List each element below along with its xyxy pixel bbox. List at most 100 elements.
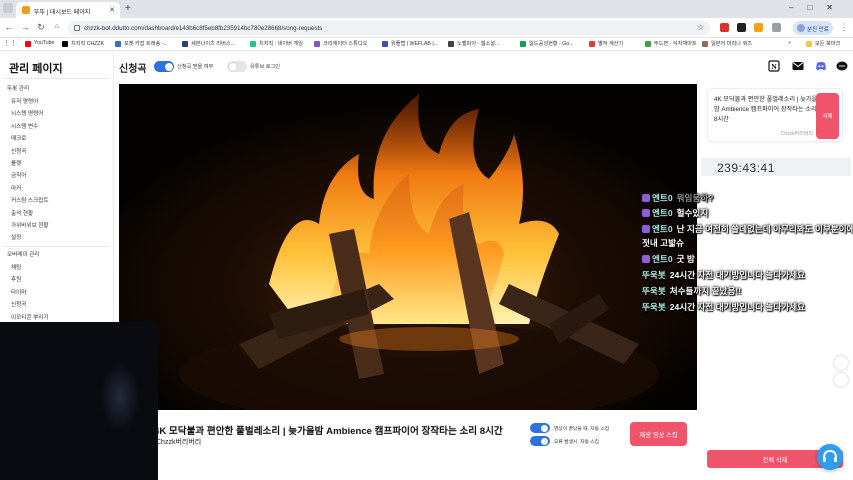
chat-message: 뚜욱봇 처수들까지 끝났음!! [642, 285, 741, 297]
chat-message: 젓내 고밟슈 [642, 237, 684, 249]
extension-icon[interactable] [737, 23, 746, 32]
video-player[interactable] [119, 84, 697, 410]
mail-icon[interactable] [792, 60, 804, 72]
chat-text: 굿 밤 [676, 254, 695, 264]
sidebar-section-bot: 뚜봇 관리 [7, 86, 30, 92]
notion-icon[interactable]: N [768, 60, 780, 72]
chat-nickname: 엔트0 [652, 224, 673, 234]
back-icon[interactable]: ← [3, 22, 15, 32]
chat-message: 엔트0 굿 밤 [642, 253, 695, 265]
home-icon[interactable]: ⌂ [51, 23, 63, 30]
song-request-toggle[interactable] [154, 61, 174, 72]
queue-item: 4K 모닥불과 편안한 풀벌레소리 | 늦가을밤 Ambience 캠프파이어 … [707, 88, 843, 142]
sidebar-item[interactable]: 룰렛 [11, 159, 21, 167]
webcam-overlay [0, 322, 158, 480]
sidebar-item[interactable]: 시스템 명령어 [11, 109, 43, 117]
bookmark-item[interactable]: 크리에이터 스튜디오 [314, 40, 367, 47]
browser-tab[interactable]: 뚜뚜 | 대시보드 페이지 ✕ [16, 2, 120, 18]
now-playing-bar: 4K 모닥불과 편안한 풀벌레소리 | 늦가을밤 Ambience 캠프파이어 … [154, 412, 697, 454]
bookmark-item[interactable]: 포켓 카잡 트래송 -... [115, 40, 168, 47]
chat-text: 처수들까지 끝났음!! [669, 286, 742, 296]
divider [4, 78, 110, 79]
auto-skip-error-label: 오류 발생시, 자동 스킵 [554, 440, 600, 445]
chat-message: 뚜욱봇 24시간 자전 대기방입니다 놀다가세요 [642, 269, 805, 281]
chat-nickname: 엔트0 [652, 208, 673, 218]
youtube-login-toggle[interactable] [227, 61, 247, 72]
extensions-puzzle-icon[interactable] [772, 23, 781, 32]
sidebar-item[interactable]: 신청곡 [11, 147, 26, 155]
chat-bubble-icon[interactable] [836, 60, 848, 72]
subscriber-badge-icon [642, 194, 650, 202]
browser-menu-icon[interactable]: ⋮ [838, 22, 850, 33]
chat-nickname: 뚜욱봇 [642, 270, 666, 280]
bookmarks-overflow[interactable]: » [788, 40, 791, 46]
apps-grid-icon[interactable]: ⋮⋮ [3, 39, 17, 47]
campfire-video-frame [119, 84, 697, 410]
bookmark-item[interactable]: 세븐나이츠 리버스... [182, 40, 235, 47]
svg-text:N: N [771, 62, 777, 71]
sidebar-item[interactable]: 출석 현황 [11, 209, 33, 217]
url-input[interactable]: chzzk-bot.ddutto.com/dashboard/e143b6c8f… [68, 21, 710, 35]
sidebar-item[interactable]: 가위바위보 현황 [11, 221, 49, 229]
bookmark-item[interactable]: 별작 계산기 [589, 40, 623, 47]
url-text: chzzk-bot.ddutto.com/dashboard/e143b6c8f… [84, 25, 323, 32]
chat-text: 24시간 자전 대기방입니다 놀다가세요 [669, 302, 806, 312]
address-bar-row: ← → ↻ ⌂ chzzk-bot.ddutto.com/dashboard/e… [0, 18, 853, 38]
sidebar-item[interactable]: 시스템 변수 [11, 122, 38, 130]
bookmark-item[interactable]: 뚜드면 - 식자재마트 [645, 40, 697, 47]
chat-nickname: 엔트0 [652, 254, 673, 264]
sidebar-item[interactable]: 마커 [11, 184, 21, 192]
auto-skip-end-toggle[interactable] [530, 423, 550, 433]
headset-icon [823, 449, 837, 462]
chat-nickname: 뚜욱봇 [642, 286, 666, 296]
sidebar-item[interactable]: 후원 [11, 275, 21, 283]
all-bookmarks-folder[interactable]: 모든 북마크 [806, 40, 840, 47]
sidebar-item[interactable]: 매크로 [11, 134, 26, 142]
sidebar-item[interactable]: 채팅 [11, 263, 21, 271]
sidebar-item[interactable]: 금칙어 [11, 171, 26, 179]
close-tab-icon[interactable]: ✕ [109, 6, 115, 14]
bookmark-item[interactable]: 일본어 마리나 퀴즈 [702, 40, 752, 47]
new-tab-button[interactable]: + [125, 3, 131, 14]
sidebar-section-overlay: 오버레이 관리 [7, 252, 40, 258]
tab-title: 뚜뚜 | 대시보드 페이지 [34, 10, 91, 16]
tab-search-icon[interactable] [3, 3, 13, 13]
assistant-icon[interactable] [834, 373, 848, 387]
discord-icon[interactable] [815, 60, 827, 72]
profile-button[interactable]: 분진 만료 [793, 21, 833, 35]
bookmark-item[interactable]: YouTube [25, 40, 54, 47]
page-header: 신청곡 신청곡 받을 여부 유튜브 로그인 N [114, 51, 853, 83]
skip-video-button[interactable]: 재생 영상 스킵 [630, 422, 687, 446]
bookmark-item[interactable]: 치지직 CHZZK [62, 40, 104, 47]
favicon-icon [22, 6, 30, 14]
bookmark-item[interactable]: 위플랩 | WEFLAB |... [382, 40, 438, 47]
bookmark-item[interactable]: 노벨피아 - 웹소설... [448, 40, 499, 47]
sidebar: 관리 페이지 뚜봇 관리 유저 명령어 시스템 명령어 시스템 변수 매크로 신청곡 룰렛… [0, 51, 114, 321]
sidebar-item[interactable]: 설정 [11, 233, 21, 241]
site-info-icon[interactable] [74, 25, 80, 31]
auto-skip-error-toggle[interactable] [530, 436, 550, 446]
sidebar-item[interactable]: 타이머 [11, 288, 26, 296]
sidebar-item[interactable]: 신청곡 [11, 300, 26, 308]
help-chat-button[interactable] [817, 444, 843, 470]
subscriber-badge-icon [642, 255, 650, 263]
page-title: 신청곡 [119, 64, 147, 75]
bookmark-star-icon[interactable]: ☆ [697, 23, 704, 32]
bookmark-item[interactable]: 일드공성현황 - Go... [520, 40, 574, 47]
reload-icon[interactable]: ↻ [35, 22, 47, 33]
subscriber-badge-icon [642, 209, 650, 217]
forward-icon[interactable]: → [19, 22, 31, 32]
stream-timer: 239:43:41 [701, 158, 851, 176]
bookmarks-bar: ⋮⋮ YouTube 치지직 CHZZK 포켓 카잡 트래송 -... 세븐나이츠 리… [0, 38, 853, 51]
youtube-login-toggle-label: 유튜브 로그인 [250, 64, 281, 70]
delete-song-button[interactable]: 삭제 [816, 93, 839, 139]
bookmark-item[interactable]: 치지직 : 네이버 게임 [250, 40, 303, 47]
window-controls[interactable]: –□✕ [789, 3, 847, 12]
sidebar-item[interactable]: 유저 명령어 [11, 97, 38, 105]
extension-icon[interactable] [720, 23, 729, 32]
extension-icon[interactable] [754, 23, 763, 32]
side-panel-icon[interactable] [834, 356, 848, 370]
sidebar-item[interactable]: 이모티콘 뿌리기 [11, 313, 49, 321]
sidebar-item[interactable]: 커스텀 스크립트 [11, 196, 49, 204]
chat-message: 엔트0 뭐임웅하? [642, 192, 713, 204]
